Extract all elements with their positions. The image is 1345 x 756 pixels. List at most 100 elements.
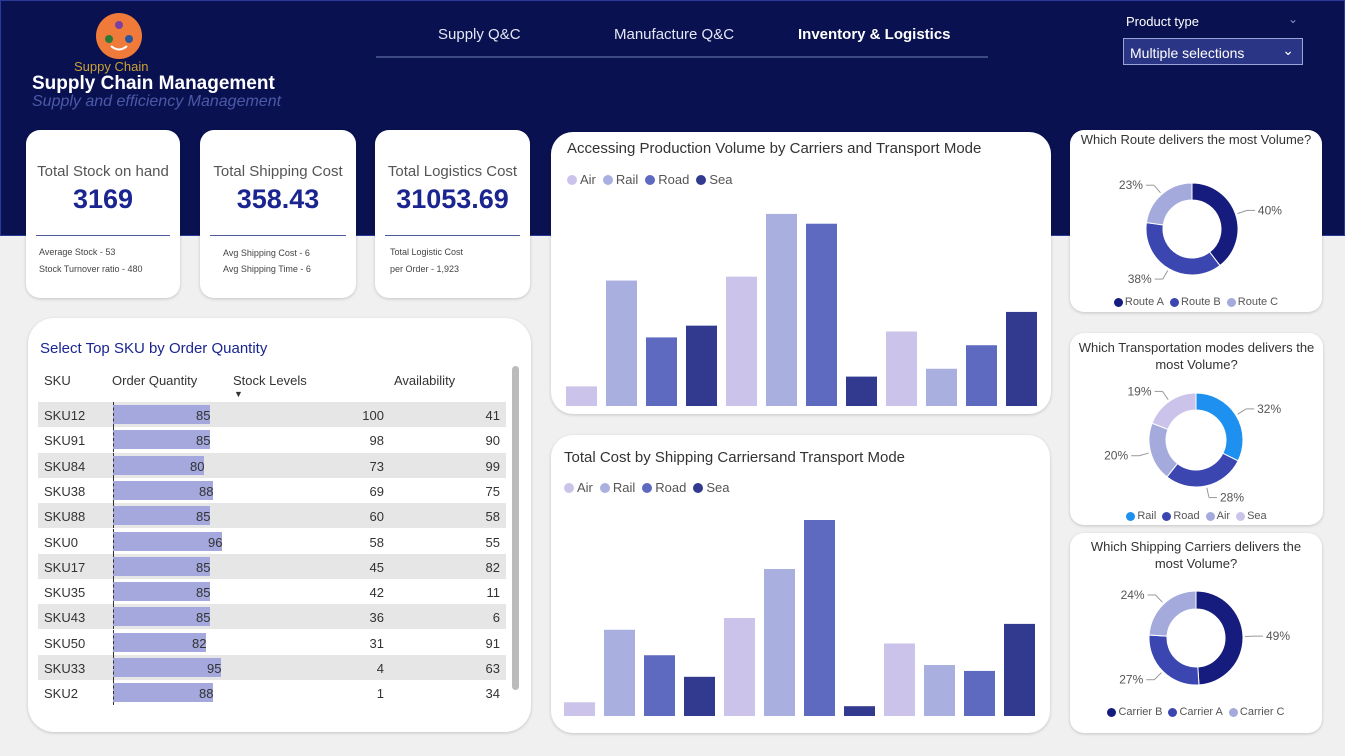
cell-availability: 58 xyxy=(485,509,500,525)
sort-desc-icon[interactable]: ▼ xyxy=(234,389,243,399)
product-type-dropdown[interactable]: Multiple selections ⌄ xyxy=(1123,38,1303,65)
bar-sea xyxy=(844,706,875,716)
legend-item-route-c[interactable]: Route C xyxy=(1226,296,1278,308)
legend-item-sea[interactable]: Sea xyxy=(1236,510,1267,522)
table-row[interactable]: SKU38 88 69 75 xyxy=(38,477,506,503)
chart-legend: Rail Road Air Sea xyxy=(1070,510,1323,522)
legend-item-rail[interactable]: Rail xyxy=(1126,510,1156,522)
cell-order-quantity: 85 xyxy=(196,585,211,601)
cell-sku: SKU88 xyxy=(44,509,86,525)
legend-dot xyxy=(1113,297,1123,307)
cell-order-quantity: 85 xyxy=(196,433,211,449)
table-row[interactable]: SKU50 82 31 91 xyxy=(38,629,506,655)
route-donut-card: Which Route delivers the most Volume? 40… xyxy=(1070,130,1322,312)
legend-item-air[interactable]: Air xyxy=(1205,510,1230,522)
slice-label: 19% xyxy=(1128,384,1152,398)
kpi-sub-line: Stock Turnover ratio - 480 xyxy=(39,264,143,274)
production-volume-chart-card: Accessing Production Volume by Carriers … xyxy=(551,132,1051,414)
cell-stock-levels: 4 xyxy=(376,661,384,676)
slice-label: 32% xyxy=(1257,402,1281,416)
transport-mode-donut-card: Which Transportation modes delivers the … xyxy=(1070,333,1323,525)
app-title: Supply Chain Management xyxy=(32,73,275,94)
legend-item-route-a[interactable]: Route A xyxy=(1113,296,1164,308)
table-row[interactable]: SKU88 85 60 58 xyxy=(38,503,506,529)
cell-availability: 99 xyxy=(485,458,500,474)
donut-slice xyxy=(1148,590,1197,637)
table-row[interactable]: SKU2 88 1 34 xyxy=(38,680,506,706)
carrier-donut-chart: 49% 27% 24% xyxy=(1119,588,1290,687)
donut-slice xyxy=(1151,392,1197,430)
legend-dot xyxy=(1107,707,1117,717)
table-row[interactable]: SKU0 96 58 55 xyxy=(38,528,506,554)
bar-rail xyxy=(924,665,955,716)
cell-stock-levels: 69 xyxy=(369,483,384,499)
leader-line xyxy=(1153,672,1162,681)
donut-slice xyxy=(1145,182,1193,226)
logo-icon xyxy=(96,13,142,59)
donut-slice xyxy=(1195,590,1244,686)
kpi-title: Total Shipping Cost xyxy=(213,163,343,180)
column-header-stock-levels[interactable]: Stock Levels xyxy=(233,373,307,388)
slice-label: 38% xyxy=(1128,272,1152,286)
slice-label: 24% xyxy=(1121,588,1145,602)
kpi-sub-line: Average Stock - 53 xyxy=(39,247,116,257)
column-header-order-quantity[interactable]: Order Quantity xyxy=(112,373,197,388)
legend-dot xyxy=(1162,511,1172,521)
bar-air xyxy=(884,643,915,716)
table-row[interactable]: SKU35 85 42 11 xyxy=(38,579,506,605)
chart-legend: Route A Route B Route C xyxy=(1070,296,1322,308)
column-header-availability[interactable]: Availability xyxy=(394,373,455,388)
transport-mode-donut-chart: 32% 28% 20% 19% xyxy=(1104,384,1281,504)
cell-sku: SKU12 xyxy=(44,408,86,423)
legend-item-route-b[interactable]: Route B xyxy=(1170,296,1221,308)
cell-order-quantity: 85 xyxy=(196,509,211,525)
kpi-sub-line: per Order - 1,923 xyxy=(390,264,460,274)
cell-order-quantity: 85 xyxy=(196,610,211,626)
legend-label: Route B xyxy=(1181,296,1221,308)
slice-label: 40% xyxy=(1258,203,1282,217)
bar-baseline xyxy=(113,452,114,478)
cell-stock-levels: 100 xyxy=(362,408,384,423)
table-row[interactable]: SKU12 85 100 41 xyxy=(38,402,506,427)
table-scrollbar[interactable] xyxy=(512,366,519,690)
kpi-title: Total Stock on hand xyxy=(37,163,169,180)
legend-item-carrier-a[interactable]: Carrier A xyxy=(1168,706,1223,718)
leader-line xyxy=(1139,452,1149,457)
leader-line xyxy=(1162,391,1169,400)
legend-dot xyxy=(1126,511,1136,521)
bar-air xyxy=(726,276,757,406)
collapse-chevron-icon[interactable]: ⌄ xyxy=(1288,12,1298,26)
legend-dot xyxy=(1170,297,1180,307)
logo-text: Suppy Chain xyxy=(74,59,149,74)
tab-inventory-logistics[interactable]: Inventory & Logistics xyxy=(798,26,951,43)
legend-item-carrier-c[interactable]: Carrier C xyxy=(1228,706,1285,718)
table-row[interactable]: SKU84 80 73 99 xyxy=(38,452,506,478)
tab-supply-qc[interactable]: Supply Q&C xyxy=(438,26,521,43)
bar-road xyxy=(804,520,835,716)
cell-order-quantity: 88 xyxy=(199,483,214,499)
order-quantity-bar xyxy=(113,531,222,551)
table-row[interactable]: SKU33 95 4 63 xyxy=(38,655,506,680)
kpi-sub-line: Total Logistic Cost xyxy=(390,247,464,257)
donut-slice xyxy=(1145,222,1221,276)
table-row[interactable]: SKU91 85 98 90 xyxy=(38,427,506,453)
cell-stock-levels: 42 xyxy=(369,585,384,601)
table-row[interactable]: SKU17 85 45 82 xyxy=(38,553,506,579)
cell-order-quantity: 96 xyxy=(208,534,223,550)
bar-road xyxy=(966,345,997,406)
bar-baseline xyxy=(113,655,114,680)
table-row[interactable]: SKU43 85 36 6 xyxy=(38,604,506,630)
leader-line xyxy=(1237,408,1247,415)
cell-stock-levels: 45 xyxy=(369,559,384,575)
bar-baseline xyxy=(113,579,114,605)
cell-availability: 90 xyxy=(485,433,500,449)
cell-availability: 41 xyxy=(485,408,500,423)
bar-rail xyxy=(604,629,635,716)
legend-item-carrier-b[interactable]: Carrier B xyxy=(1107,706,1162,718)
column-header-sku[interactable]: SKU xyxy=(44,373,71,388)
kpi-value: 358.43 xyxy=(236,184,320,214)
legend-label: Sea xyxy=(1247,510,1267,522)
bar-air xyxy=(724,618,755,716)
tab-manufacture-qc[interactable]: Manufacture Q&C xyxy=(614,26,734,43)
legend-item-road[interactable]: Road xyxy=(1162,510,1200,522)
